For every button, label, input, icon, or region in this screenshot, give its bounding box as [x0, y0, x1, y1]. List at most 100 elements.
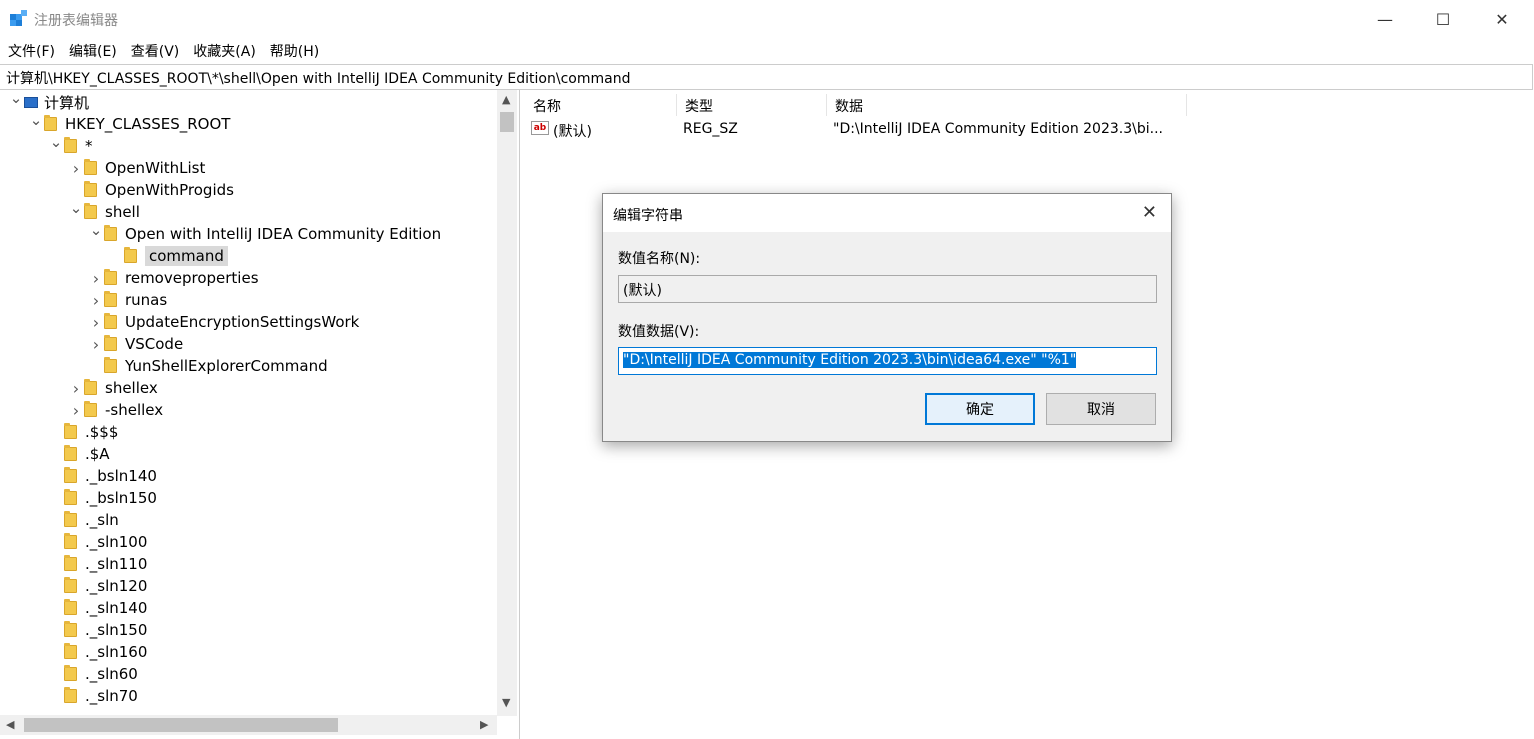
- tree-item-label[interactable]: Open with IntelliJ IDEA Community Editio…: [125, 225, 441, 243]
- tree-item[interactable]: › runas: [88, 289, 167, 311]
- tree-vertical-scroll-thumb[interactable]: [500, 112, 514, 132]
- tree-item[interactable]: › shellex: [68, 377, 158, 399]
- tree-horizontal-scrollbar[interactable]: ◀ ▶: [0, 715, 497, 735]
- tree-item-label[interactable]: removeproperties: [125, 269, 259, 287]
- tree-item-label[interactable]: HKEY_CLASSES_ROOT: [65, 115, 230, 133]
- chevron-right-icon[interactable]: ›: [88, 313, 104, 332]
- tree-item[interactable]: › OpenWithList: [68, 157, 206, 179]
- chevron-down-icon[interactable]: ⌄: [68, 199, 84, 217]
- chevron-right-icon[interactable]: ›: [68, 379, 84, 398]
- tree-item[interactable]: ._sln120: [48, 575, 147, 597]
- chevron-down-icon[interactable]: ⌄: [48, 133, 64, 151]
- address-bar[interactable]: 计算机\HKEY_CLASSES_ROOT\*\shell\Open with …: [0, 64, 1533, 90]
- tree-item-label[interactable]: OpenWithList: [105, 159, 205, 177]
- tree-item[interactable]: YunShellExplorerCommand: [88, 355, 328, 377]
- menu-help[interactable]: 帮助(H): [262, 38, 319, 62]
- tree-item[interactable]: › removeproperties: [88, 267, 259, 289]
- tree-item-label[interactable]: ._sln140: [85, 599, 147, 617]
- tree-item-label[interactable]: .$$$: [85, 423, 118, 441]
- tree-item-label[interactable]: UpdateEncryptionSettingsWork: [125, 313, 359, 331]
- chevron-down-icon[interactable]: ⌄: [88, 221, 104, 239]
- chevron-right-icon[interactable]: ›: [88, 291, 104, 310]
- value-data-text[interactable]: "D:\IntelliJ IDEA Community Edition 2023…: [623, 352, 1077, 368]
- tree-item[interactable]: ⌄ *: [48, 133, 93, 157]
- tree-item[interactable]: ._sln150: [48, 619, 147, 641]
- address-path[interactable]: 计算机\HKEY_CLASSES_ROOT\*\shell\Open with …: [6, 68, 630, 88]
- tree-item[interactable]: .$A: [48, 443, 110, 465]
- dialog-close-icon[interactable]: ✕: [1142, 202, 1157, 223]
- chevron-right-icon[interactable]: ›: [88, 335, 104, 354]
- tree-item-label[interactable]: ._sln70: [85, 687, 138, 705]
- tree-item[interactable]: OpenWithProgids: [68, 179, 234, 201]
- tree-item-label[interactable]: ._sln110: [85, 555, 147, 573]
- tree-item-label[interactable]: shellex: [105, 379, 158, 397]
- scroll-up-icon[interactable]: ▲: [502, 93, 510, 106]
- value-data-input[interactable]: "D:\IntelliJ IDEA Community Edition 2023…: [618, 347, 1157, 375]
- close-button[interactable]: ✕: [1473, 0, 1531, 38]
- tree-item[interactable]: ._sln110: [48, 553, 147, 575]
- tree-item-label[interactable]: ._sln60: [85, 665, 138, 683]
- tree-item-label[interactable]: command: [145, 246, 228, 266]
- column-header-type[interactable]: 类型: [677, 94, 827, 116]
- tree-item[interactable]: › UpdateEncryptionSettingsWork: [88, 311, 360, 333]
- menu-file[interactable]: 文件(F): [0, 38, 55, 62]
- tree-item-label[interactable]: ._sln120: [85, 577, 147, 595]
- maximize-button[interactable]: ☐: [1414, 0, 1472, 38]
- tree-item-label[interactable]: ._sln150: [85, 621, 147, 639]
- tree-item-label[interactable]: runas: [125, 291, 167, 309]
- tree-horizontal-scroll-thumb[interactable]: [24, 718, 338, 732]
- tree-item[interactable]: ._sln160: [48, 641, 147, 663]
- value-name: (默认): [553, 124, 592, 140]
- tree-item[interactable]: .$$$: [48, 421, 118, 443]
- menu-edit[interactable]: 编辑(E): [61, 38, 117, 62]
- ok-button[interactable]: 确定: [925, 393, 1035, 425]
- folder-icon: [84, 379, 97, 395]
- tree-vertical-scrollbar[interactable]: ▲ ▼: [497, 90, 517, 716]
- tree-item[interactable]: command: [108, 245, 228, 267]
- tree-item[interactable]: ⌄ Open with IntelliJ IDEA Community Editi…: [88, 221, 441, 245]
- tree-item-label[interactable]: ._sln160: [85, 643, 147, 661]
- tree-item[interactable]: › -shellex: [68, 399, 163, 421]
- tree-item-label[interactable]: ._bsln140: [85, 467, 157, 485]
- menu-view[interactable]: 查看(V): [123, 38, 180, 62]
- tree-item-label[interactable]: YunShellExplorerCommand: [125, 357, 328, 375]
- tree-item[interactable]: ._bsln140: [48, 465, 157, 487]
- chevron-down-icon[interactable]: ⌄: [28, 111, 44, 129]
- tree-item[interactable]: ._sln: [48, 509, 119, 531]
- tree-item[interactable]: ._bsln150: [48, 487, 157, 509]
- list-item[interactable]: ab (默认) REG_SZ "D:\IntelliJ IDEA Communi…: [525, 118, 1185, 140]
- tree-item-label[interactable]: -shellex: [105, 401, 163, 419]
- chevron-right-icon[interactable]: ›: [68, 401, 84, 420]
- tree-item[interactable]: ⌄ 计算机: [8, 90, 89, 113]
- scroll-right-icon[interactable]: ▶: [480, 718, 488, 731]
- tree-item-label[interactable]: *: [85, 137, 93, 155]
- cancel-button[interactable]: 取消: [1046, 393, 1156, 425]
- tree-item[interactable]: ⌄ HKEY_CLASSES_ROOT: [28, 111, 231, 135]
- column-header-data[interactable]: 数据: [827, 94, 1187, 116]
- tree-item[interactable]: ._sln60: [48, 663, 138, 685]
- chevron-down-icon[interactable]: ⌄: [8, 90, 24, 107]
- tree-item-label[interactable]: VSCode: [125, 335, 183, 353]
- tree-item-label[interactable]: ._bsln150: [85, 489, 157, 507]
- tree-item[interactable]: ._sln70: [48, 685, 138, 707]
- scroll-left-icon[interactable]: ◀: [6, 718, 14, 731]
- tree-item[interactable]: ._sln140: [48, 597, 147, 619]
- value-data-label: 数值数据(V):: [618, 324, 700, 340]
- window-title: 注册表编辑器: [34, 13, 118, 29]
- tree-item-label[interactable]: OpenWithProgids: [105, 181, 234, 199]
- chevron-right-icon[interactable]: ›: [68, 159, 84, 178]
- column-header-name[interactable]: 名称: [525, 94, 677, 116]
- scroll-down-icon[interactable]: ▼: [502, 696, 510, 709]
- tree-item[interactable]: ._sln100: [48, 531, 147, 553]
- tree-item-label[interactable]: ._sln: [85, 511, 119, 529]
- tree-item-label[interactable]: .$A: [85, 445, 110, 463]
- tree-item-label[interactable]: shell: [105, 203, 140, 221]
- tree-item-label[interactable]: 计算机: [44, 92, 89, 113]
- menu-favorites[interactable]: 收藏夹(A): [185, 38, 256, 62]
- minimize-button[interactable]: —: [1356, 0, 1414, 38]
- tree-item[interactable]: › VSCode: [88, 333, 183, 355]
- tree-item-label[interactable]: ._sln100: [85, 533, 147, 551]
- chevron-right-icon[interactable]: ›: [88, 269, 104, 288]
- folder-icon: [104, 335, 117, 351]
- tree-item[interactable]: ⌄ shell: [68, 199, 140, 223]
